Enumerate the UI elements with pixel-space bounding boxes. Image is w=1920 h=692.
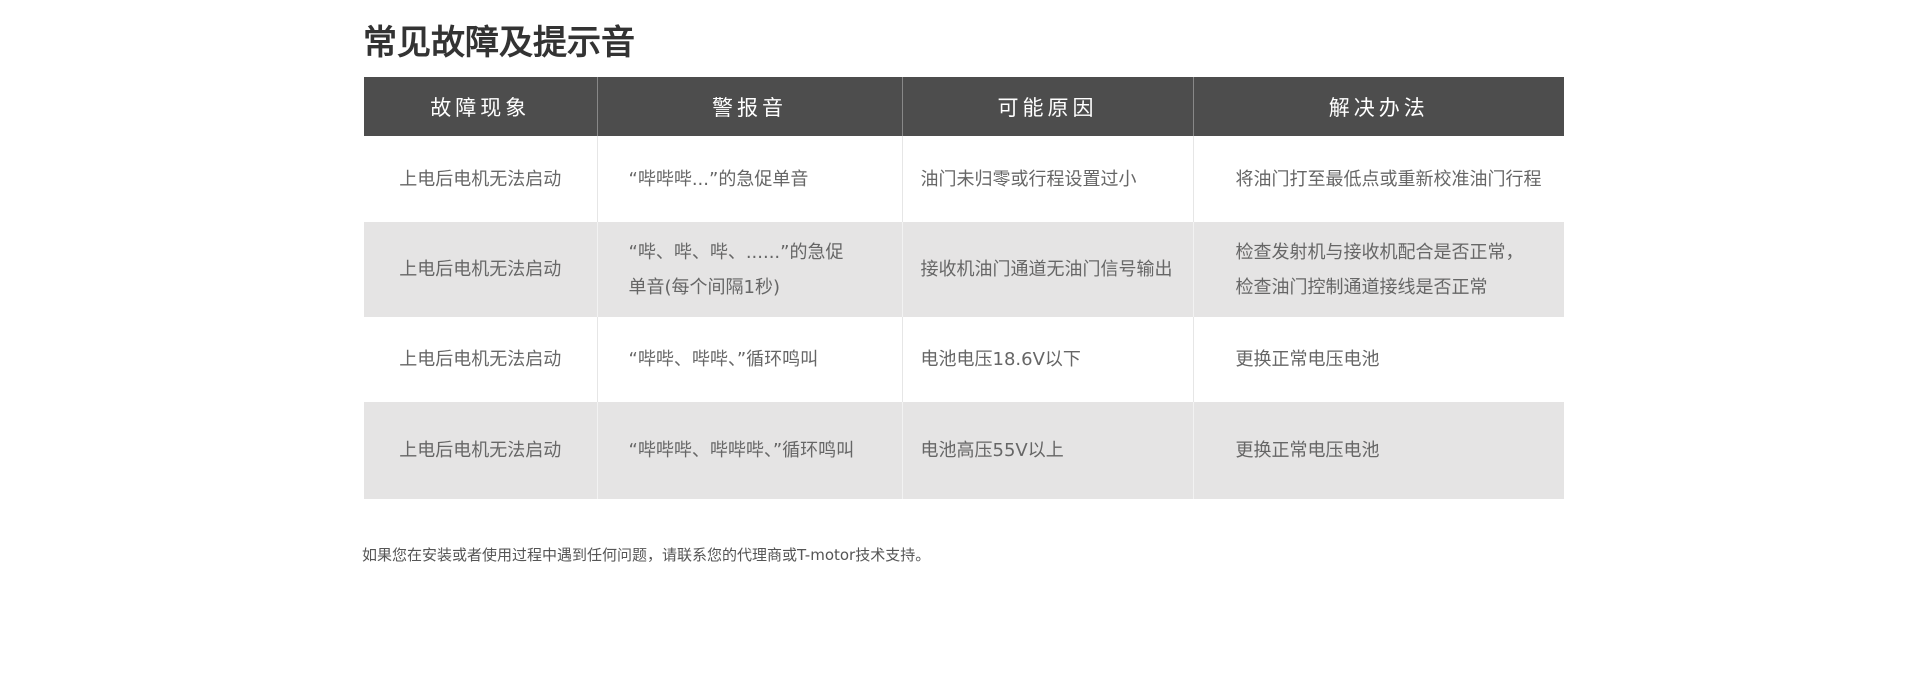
cell-symptom: 上电后电机无法启动 [364,317,597,402]
cell-solution: 将油门打至最低点或重新校准油门行程 [1192,136,1564,222]
cell-alarm: “哔哔、哔哔、”循环鸣叫 [596,317,902,402]
cell-symptom: 上电后电机无法启动 [364,222,597,317]
cell-alarm: “哔哔哔、哔哔哔、”循环鸣叫 [596,402,902,499]
header-alarm: 警报音 [596,77,902,136]
cell-solution: 更换正常电压电池 [1192,317,1564,402]
cell-cause: 接收机油门通道无油门信号输出 [901,222,1193,317]
support-note: 如果您在安装或者使用过程中遇到任何问题，请联系您的代理商或T-motor技术支持… [362,546,931,564]
table-row: 上电后电机无法启动 “哔哔哔、哔哔哔、”循环鸣叫 电池高压55V以上 更换正常电… [364,402,1564,499]
table-row: 上电后电机无法启动 “哔哔哔...”的急促单音 油门未归零或行程设置过小 将油门… [364,136,1564,222]
cell-symptom: 上电后电机无法启动 [364,136,597,222]
cell-cause: 电池高压55V以上 [901,402,1193,499]
fault-table: 故障现象 警报音 可能原因 解决办法 上电后电机无法启动 “哔哔哔...”的急促… [364,77,1564,499]
cell-cause: 油门未归零或行程设置过小 [901,136,1193,222]
table-row: 上电后电机无法启动 “哔、哔、哔、......”的急促 单音(每个间隔1秒) 接… [364,222,1564,317]
header-solution: 解决办法 [1192,77,1564,136]
table-header-row: 故障现象 警报音 可能原因 解决办法 [364,77,1564,136]
cell-alarm: “哔、哔、哔、......”的急促 单音(每个间隔1秒) [596,222,902,317]
page-title: 常见故障及提示音 [363,23,635,63]
header-symptom: 故障现象 [364,77,597,136]
table-row: 上电后电机无法启动 “哔哔、哔哔、”循环鸣叫 电池电压18.6V以下 更换正常电… [364,317,1564,402]
cell-solution: 检查发射机与接收机配合是否正常， 检查油门控制通道接线是否正常 [1192,222,1564,317]
cell-cause: 电池电压18.6V以下 [901,317,1193,402]
cell-symptom: 上电后电机无法启动 [364,402,597,499]
header-cause: 可能原因 [901,77,1193,136]
cell-solution: 更换正常电压电池 [1192,402,1564,499]
cell-alarm: “哔哔哔...”的急促单音 [596,136,902,222]
